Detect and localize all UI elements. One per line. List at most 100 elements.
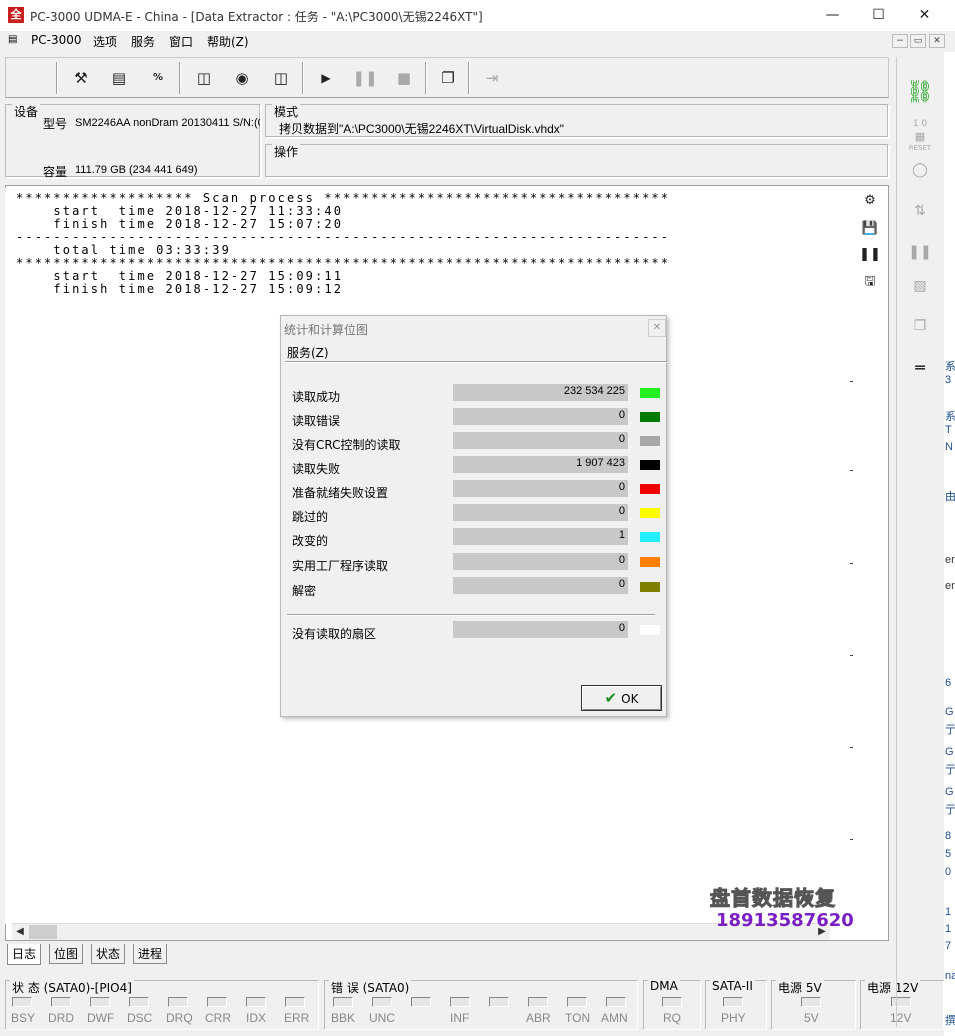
stat-value-box: 0 [453, 553, 628, 570]
dialog-menu-service[interactable]: 服务(Z) [287, 344, 329, 361]
ok-button[interactable]: ✔ OK [581, 685, 662, 711]
pc3000-menu-icon[interactable]: ▤ [8, 34, 24, 48]
error-register-title: 错 误 (SATA0) [329, 979, 412, 996]
maximize-button[interactable]: ☐ [856, 0, 901, 31]
percent-icon[interactable]: % [144, 64, 172, 92]
tab-process[interactable]: 进程 [133, 944, 168, 964]
led-label: DRD [48, 1011, 74, 1025]
scroll-left-icon[interactable]: ◀ [12, 924, 28, 940]
led-label: DRQ [166, 1011, 193, 1025]
color-swatch[interactable] [640, 508, 660, 518]
stat-value: 0 [618, 554, 625, 566]
edge-text: T [945, 424, 952, 436]
led-label: AMN [601, 1011, 628, 1025]
connector-icon[interactable]: ═ [900, 358, 940, 390]
scroll-thumb[interactable] [29, 925, 57, 939]
windows-icon[interactable]: ❐ [434, 64, 462, 92]
tab-bitmap[interactable]: 位图 [49, 944, 84, 964]
color-swatch[interactable] [640, 532, 660, 542]
stat-value-box: 1 907 423 [453, 456, 628, 473]
power-toggle-icon[interactable]: ◯ [900, 162, 940, 194]
edge-text: 7 [945, 940, 952, 952]
mdi-restore-button[interactable]: ▭ [910, 34, 926, 48]
led-label: UNC [369, 1011, 395, 1025]
color-swatch[interactable] [640, 460, 660, 470]
folder-open-icon[interactable]: ◫ [267, 64, 295, 92]
color-swatch[interactable] [640, 388, 660, 398]
pause-log-icon[interactable]: ❚❚ [858, 244, 882, 266]
pause-icon[interactable]: ❚❚ [351, 64, 379, 92]
play-icon[interactable]: ▶ [312, 64, 340, 92]
ruler-tick [850, 747, 853, 748]
menu-service[interactable]: 服务 [131, 33, 155, 50]
checkmark-icon: ✔ [604, 689, 618, 707]
close-button[interactable]: ✕ [902, 0, 947, 31]
save-icon[interactable]: 💾 [858, 218, 882, 240]
tab-status[interactable]: 状态 [91, 944, 126, 964]
stat-label: 读取错误 [292, 414, 341, 428]
tab-log[interactable]: 日志 [7, 944, 42, 965]
led-label: BSY [11, 1011, 36, 1025]
edge-text: G [945, 786, 954, 798]
database-icon[interactable]: ⛓ [900, 80, 940, 112]
stat-label: 准备就绪失败设置 [292, 486, 389, 500]
stat-value: 0 [618, 481, 625, 493]
pause-device-icon[interactable]: ❚❚ [900, 244, 940, 276]
unread-label: 没有读取的扇区 [292, 627, 377, 641]
edge-text: G [945, 746, 954, 758]
error-led [489, 997, 509, 1007]
reset-icon[interactable]: 1 0 ▦ RESET [900, 120, 940, 153]
toolbar-separator [179, 62, 181, 94]
menu-options[interactable]: 选项 [93, 33, 117, 50]
edge-text: er [945, 580, 955, 592]
stat-value-box: 0 [453, 504, 628, 521]
menu-window[interactable]: 窗口 [169, 33, 193, 50]
port-icon[interactable]: ▧ [900, 278, 940, 310]
stat-value: 0 [618, 409, 625, 421]
save-as-icon[interactable]: 🖫 [858, 271, 882, 293]
error-led [567, 997, 587, 1007]
report-icon[interactable]: ▤ [105, 64, 133, 92]
ruler-tick [850, 470, 853, 471]
mdi-close-button[interactable]: ✕ [929, 34, 945, 48]
menu-help[interactable]: 帮助(Z) [207, 33, 249, 50]
stat-value: 0 [618, 578, 625, 590]
copy-windows-icon[interactable]: ❐ [900, 318, 940, 350]
stat-value-box: 0 [453, 577, 628, 594]
horizontal-scrollbar[interactable]: ◀ ▶ [12, 923, 830, 940]
color-swatch[interactable] [640, 625, 660, 635]
menu-pc3000[interactable]: PC-3000 [31, 33, 81, 47]
tools-icon[interactable]: ⚒ [67, 64, 95, 92]
color-swatch[interactable] [640, 484, 660, 494]
dialog-menu-divider [285, 361, 667, 363]
model-label: 型号 [43, 117, 68, 131]
dialog-close-icon[interactable]: ✕ [648, 319, 666, 337]
minimize-button[interactable]: — [810, 0, 855, 31]
mdi-minimize-button[interactable]: − [892, 34, 908, 48]
edge-text: 1 [945, 906, 952, 918]
color-swatch[interactable] [640, 436, 660, 446]
sliders-icon[interactable]: ⇅ [900, 203, 940, 235]
menu-bar: ▤ PC-3000 选项 服务 窗口 帮助(Z) [0, 31, 955, 52]
color-swatch[interactable] [640, 582, 660, 592]
dialog-divider [287, 614, 655, 616]
status-register-title: 状 态 (SATA0)-[PIO4] [10, 979, 134, 996]
background-window-edge: 系 3 系 T N 由 er er 6 G 亍 G 亍 G 亍 8 5 0 1 … [944, 52, 955, 1036]
mode-group-title: 模式 [272, 103, 301, 120]
stat-label: 读取失败 [292, 462, 341, 476]
device-icon[interactable]: ◫ [190, 64, 218, 92]
binoculars-icon[interactable]: ◉ [228, 64, 256, 92]
color-swatch[interactable] [640, 412, 660, 422]
stat-value-box: 1 [453, 528, 628, 545]
edge-text: G [945, 706, 954, 718]
edge-text: 亍 [945, 804, 955, 816]
dma-led [662, 997, 682, 1007]
status-led [168, 997, 188, 1007]
settings-icon[interactable]: ⚙ [858, 190, 882, 212]
led-label: IDX [246, 1011, 267, 1025]
color-swatch[interactable] [640, 557, 660, 567]
exit-icon[interactable]: ⇥ [478, 64, 506, 92]
stop-icon[interactable]: ■ [390, 64, 418, 92]
status-led [12, 997, 32, 1007]
power-5v-title: 电源 5V [776, 979, 824, 996]
